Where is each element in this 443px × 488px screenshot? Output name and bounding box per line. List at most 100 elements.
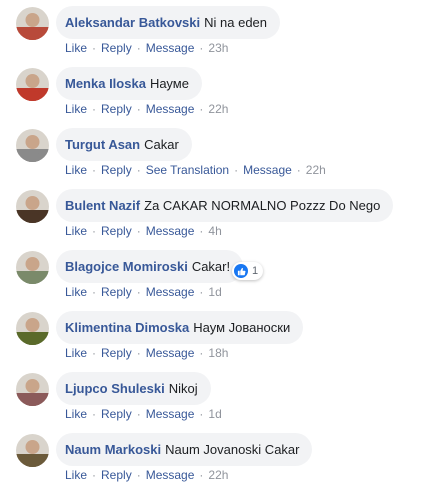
see-translation-link[interactable]: See Translation [146,163,229,177]
separator-dot: · [199,102,204,116]
separator-dot: · [199,41,204,55]
message-link[interactable]: Message [146,224,195,238]
like-link[interactable]: Like [65,224,87,238]
message-link[interactable]: Message [146,285,195,299]
separator-dot: · [234,163,239,177]
avatar[interactable] [16,68,49,101]
separator-dot: · [199,285,204,299]
comment-actions: Like · Reply · Message · 1d [65,285,222,299]
reply-link[interactable]: Reply [101,346,132,360]
comment: Bulent Nazif Za CAKAR NORMALNO Pozzz Do N… [0,183,443,244]
message-link[interactable]: Message [243,163,292,177]
comment-author[interactable]: Turgut Asan [65,137,140,153]
reply-link[interactable]: Reply [101,407,132,421]
comment-author[interactable]: Bulent Nazif [65,198,140,214]
avatar[interactable] [16,7,49,40]
comment-bubble: Naum Markoski Naum Jovanoski Cakar [56,433,313,466]
message-link[interactable]: Message [146,407,195,421]
reply-link[interactable]: Reply [101,163,132,177]
comment-author[interactable]: Aleksandar Batkovski [65,15,200,31]
separator-dot: · [136,407,141,421]
comment-text: Za CAKAR NORMALNO Pozzz Do Nego [144,197,381,213]
comment-timestamp[interactable]: 23h [208,41,228,55]
reply-link[interactable]: Reply [101,102,132,116]
like-icon [234,264,248,278]
comment-timestamp[interactable]: 1d [208,285,221,299]
separator-dot: · [136,41,141,55]
separator-dot: · [199,346,204,360]
comment-timestamp[interactable]: 4h [208,224,221,238]
comment-bubble: Aleksandar Batkovski Ni na eden [56,6,281,39]
avatar[interactable] [16,190,49,223]
comment-actions: Like · Reply · Message · 23h [65,41,228,55]
like-link[interactable]: Like [65,163,87,177]
comment: Blagojce Momiroski Cakar! Like · Reply · Messa… [0,244,443,305]
comment-actions: Like · Reply · Message · 4h [65,224,222,238]
avatar[interactable] [16,373,49,406]
like-link[interactable]: Like [65,285,87,299]
comment-author[interactable]: Menka Iloska [65,76,146,92]
comment-timestamp[interactable]: 1d [208,407,221,421]
separator-dot: · [92,163,97,177]
separator-dot: · [136,346,141,360]
comment: Ljupco Shuleski Nikoj Like · Reply · Message · 1… [0,366,443,427]
comment-actions: Like · Reply · Message · 22h [65,102,228,116]
separator-dot: · [136,224,141,238]
comment-text: Наум Јованоски [193,319,291,335]
comment-author[interactable]: Naum Markoski [65,442,161,458]
message-link[interactable]: Message [146,41,195,55]
comment: Menka Iloska Науме Like · Reply · Message · 22h [0,61,443,122]
comment-timestamp[interactable]: 22h [306,163,326,177]
separator-dot: · [296,163,301,177]
comment-timestamp[interactable]: 18h [208,346,228,360]
comment-text: Cakar! [191,258,231,274]
reaction-count: 1 [252,265,259,277]
avatar[interactable] [16,312,49,345]
comment-actions: Like · Reply · Message · 1d [65,407,222,421]
comment-author[interactable]: Klimentina Dimoska [65,320,189,336]
comment: Aleksandar Batkovski Ni na eden Like · Reply… [0,0,443,61]
separator-dot: · [136,102,141,116]
comment-author[interactable]: Ljupco Shuleski [65,381,165,397]
comment-bubble: Blagojce Momiroski Cakar! [56,250,244,283]
like-link[interactable]: Like [65,407,87,421]
comment-text: Naum Jovanoski Cakar [165,441,300,457]
separator-dot: · [92,407,97,421]
avatar[interactable] [16,434,49,467]
comment-text: Nikoj [168,380,198,396]
avatar[interactable] [16,129,49,162]
comment-bubble: Bulent Nazif Za CAKAR NORMALNO Pozzz Do N… [56,189,394,222]
comment-bubble: Turgut Asan Cakar [56,128,192,161]
comment-actions: Like · Reply · See Translation · Message · 22h [65,163,326,177]
comment: Naum Markoski Naum Jovanoski Cakar Like · Re… [0,427,443,488]
reply-link[interactable]: Reply [101,41,132,55]
comment: Turgut Asan Cakar Like · Reply · See Translati… [0,122,443,183]
like-link[interactable]: Like [65,41,87,55]
separator-dot: · [136,285,141,299]
comment-bubble: Ljupco Shuleski Nikoj [56,372,211,405]
separator-dot: · [92,224,97,238]
comment-text: Ni na eden [204,14,268,30]
separator-dot: · [92,102,97,116]
separator-dot: · [92,346,97,360]
reaction-badge[interactable]: 1 [232,262,264,280]
separator-dot: · [199,224,204,238]
comment-bubble: Klimentina Dimoska Наум Јованоски [56,311,304,344]
like-link[interactable]: Like [65,102,87,116]
separator-dot: · [92,41,97,55]
comment: Klimentina Dimoska Наум Јованоски Like · Rep… [0,305,443,366]
comment-bubble: Menka Iloska Науме [56,67,202,100]
reply-link[interactable]: Reply [101,285,132,299]
comment-text: Науме [149,75,189,91]
avatar[interactable] [16,251,49,284]
separator-dot: · [199,407,204,421]
comment-actions: Like · Reply · Message · 18h [65,346,228,360]
comment-author[interactable]: Blagojce Momiroski [65,259,188,275]
comment-timestamp[interactable]: 22h [208,102,228,116]
like-link[interactable]: Like [65,346,87,360]
reply-link[interactable]: Reply [101,224,132,238]
comment-text: Cakar [144,136,179,152]
message-link[interactable]: Message [146,346,195,360]
message-link[interactable]: Message [146,102,195,116]
separator-dot: · [92,285,97,299]
